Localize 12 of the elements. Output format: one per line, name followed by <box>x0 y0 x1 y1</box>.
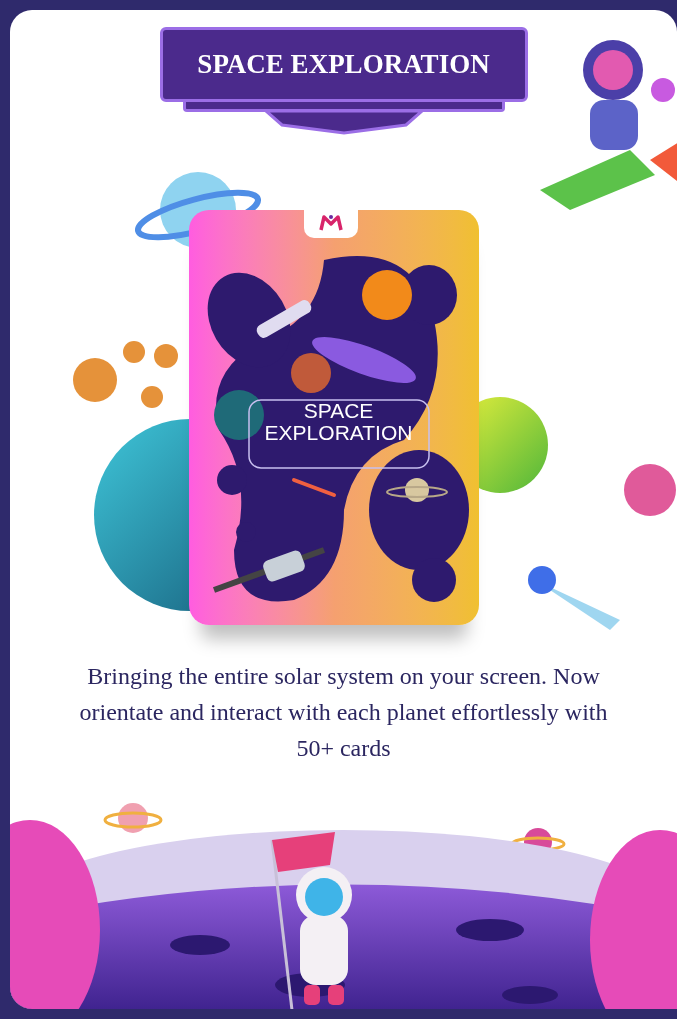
logo-icon <box>318 215 343 231</box>
card-title: SPACE <box>303 400 374 422</box>
banner-pointer-icon <box>263 111 424 135</box>
astronaut-with-flag-icon <box>270 832 352 1009</box>
banner-title: SPACE EXPLORATION <box>197 48 490 82</box>
card-title: EXPLORATION <box>264 422 413 444</box>
astronaut-rocket-icon <box>540 40 677 210</box>
small-ringed-planet-icon <box>103 803 163 833</box>
comet-icon <box>528 566 620 630</box>
asteroids-icon <box>73 341 178 408</box>
planet-icon <box>624 464 676 516</box>
description-text: Bringing the entire solar system on your screen. Now orientate and interact with each planet effortlessly with 50+ cards <box>78 662 609 763</box>
